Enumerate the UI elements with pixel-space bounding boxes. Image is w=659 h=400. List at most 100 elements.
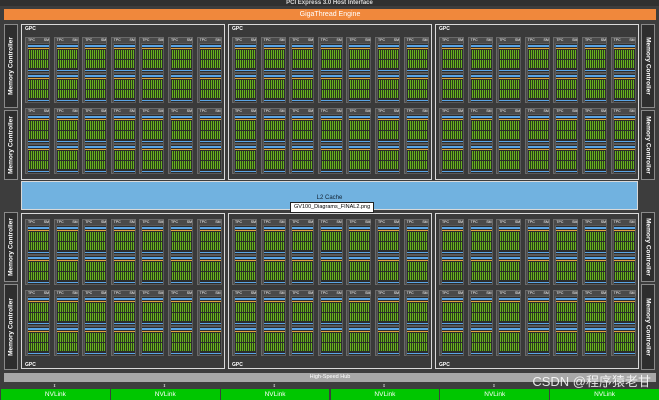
sm-scheduler (235, 300, 256, 302)
sm-instruction-cache (28, 116, 49, 118)
core-divider (143, 59, 163, 60)
sm-block (612, 73, 636, 103)
tpc-block: TPC SM (496, 37, 522, 103)
core-divider (236, 130, 255, 131)
sm-block (498, 73, 522, 103)
sm-scheduler (470, 118, 492, 120)
sm-block (319, 326, 343, 356)
core-divider (86, 241, 106, 242)
sm-instruction-cache (442, 45, 463, 47)
sm-instruction-cache (527, 146, 549, 148)
sm-block (55, 296, 79, 326)
sm-instruction-cache (320, 227, 342, 229)
sm-instruction-cache (470, 75, 492, 77)
sm-shared-memory (292, 322, 314, 324)
core-divider (114, 59, 134, 60)
sm-shared-memory (171, 251, 192, 253)
watermark: CSDN @程序猿老甘 (532, 374, 651, 389)
sm-block (441, 225, 464, 255)
sm-block (555, 43, 579, 73)
tpc-block: TPC SM (25, 290, 50, 356)
sm-scheduler (349, 47, 371, 49)
sm-block (112, 43, 136, 73)
sm-scheduler (85, 259, 107, 261)
sm-instruction-cache (292, 257, 314, 259)
core-divider (407, 160, 427, 161)
core-divider (86, 59, 106, 60)
sm-scheduler (199, 118, 221, 120)
tpc-block: TPC SM (375, 290, 400, 356)
sm-scheduler (235, 47, 256, 49)
tpc-block: TPC SM (346, 108, 372, 174)
sm-shared-memory (85, 69, 107, 71)
sm-block (170, 326, 193, 356)
memory-controller: Memory Controller (641, 24, 655, 108)
sm-scheduler (442, 330, 463, 332)
tpc-block: TPC SM (139, 290, 165, 356)
core-divider (614, 342, 634, 343)
sm-instruction-cache (585, 75, 606, 77)
core-divider (528, 342, 548, 343)
sm-block (348, 296, 372, 326)
sm-block (112, 114, 136, 144)
sm-shared-memory (56, 140, 78, 142)
sm-shared-memory (499, 251, 521, 253)
sm-block (348, 144, 372, 174)
sm-block (348, 225, 372, 255)
tpc-block: TPC SM (496, 290, 522, 356)
sm-block (377, 43, 400, 73)
sm-scheduler (320, 259, 342, 261)
sm-instruction-cache (56, 45, 78, 47)
core-divider (172, 342, 191, 343)
sm-shared-memory (406, 99, 428, 101)
sm-block (405, 255, 429, 285)
core-divider (236, 89, 255, 90)
tpc-block: TPC SM (496, 108, 522, 174)
tpc-block: TPC SM (346, 219, 372, 285)
sm-scheduler (56, 118, 78, 120)
nvlink-port: NVLink (219, 389, 330, 400)
sm-block (377, 255, 400, 285)
sm-shared-memory (349, 140, 371, 142)
sm-shared-memory (199, 281, 221, 283)
sm-block (405, 225, 429, 255)
sm-scheduler (292, 148, 314, 150)
core-divider (172, 59, 191, 60)
tpc-block: TPC SM (582, 219, 607, 285)
sm-scheduler (56, 300, 78, 302)
sm-block (170, 114, 193, 144)
sm-instruction-cache (378, 146, 399, 148)
sm-shared-memory (470, 99, 492, 101)
sm-instruction-cache (292, 298, 314, 300)
filename-tooltip: GV100_Diagrams_FINAL2.png (290, 202, 375, 213)
core-divider (379, 312, 398, 313)
sm-scheduler (199, 77, 221, 79)
sm-scheduler (142, 229, 164, 231)
sm-instruction-cache (171, 257, 192, 259)
sm-block (198, 144, 222, 174)
core-divider (407, 342, 427, 343)
sm-instruction-cache (556, 116, 578, 118)
sm-instruction-cache (199, 227, 221, 229)
sm-scheduler (442, 47, 463, 49)
core-divider (586, 342, 605, 343)
gv100-block-diagram: PCI Express 3.0 Host Interface GigaThrea… (0, 0, 659, 400)
sm-instruction-cache (292, 146, 314, 148)
memory-controller: Memory Controller (641, 110, 655, 180)
sm-block (262, 73, 286, 103)
memory-controller-label: Memory Controller (7, 218, 15, 276)
tpc-block: TPC SM (25, 219, 50, 285)
sm-instruction-cache (585, 328, 606, 330)
sm-scheduler (292, 229, 314, 231)
sm-scheduler (171, 47, 192, 49)
core-divider (586, 130, 605, 131)
core-divider (114, 271, 134, 272)
sm-instruction-cache (113, 45, 135, 47)
sm-scheduler (56, 77, 78, 79)
core-divider (264, 160, 284, 161)
sm-scheduler (499, 77, 521, 79)
sm-shared-memory (320, 251, 342, 253)
sm-block (170, 73, 193, 103)
sm-instruction-cache (142, 328, 164, 330)
memory-controller: Memory Controller (4, 24, 18, 108)
